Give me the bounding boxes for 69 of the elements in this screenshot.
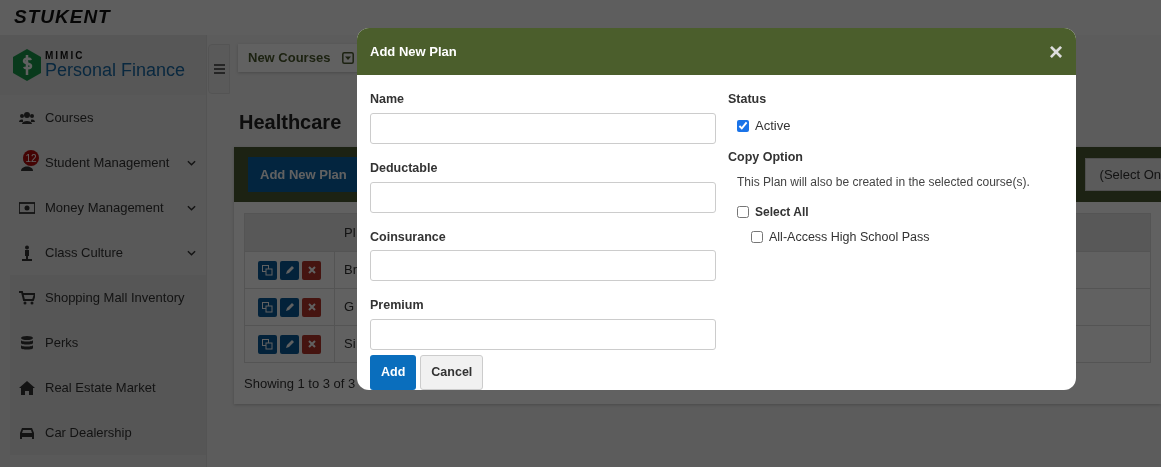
coins-icon — [19, 334, 35, 351]
checkbox-label: Select All — [755, 204, 809, 221]
field-label: Status — [728, 91, 768, 108]
checkbox-label: All-Access High School Pass — [769, 229, 930, 246]
sidebar-item[interactable]: Car Dealership — [10, 410, 206, 455]
notification-badge: 12 — [23, 150, 39, 166]
pencil-icon — [284, 339, 295, 349]
dollar-hexagon-icon — [13, 49, 41, 81]
sidebar-item[interactable]: Class Culture — [0, 230, 206, 275]
company-logo: STUKENT — [14, 5, 111, 30]
table-cell-text: G — [343, 298, 355, 317]
table-cell-text: Br — [343, 261, 357, 280]
field-label: Deductable — [370, 159, 439, 177]
field-label: Premium — [370, 297, 425, 315]
edit-button[interactable] — [280, 334, 299, 354]
input-field[interactable] — [370, 250, 716, 282]
table-footer: Showing 1 to 3 of 3 — [244, 374, 356, 394]
sidebar-item[interactable]: 12 Student Management — [0, 140, 206, 185]
menu-button[interactable] — [208, 44, 230, 94]
add-button[interactable]: Add — [370, 355, 417, 390]
checkbox[interactable] — [737, 119, 749, 132]
table-cell-text: Si — [343, 335, 356, 354]
copy-button[interactable] — [258, 260, 277, 280]
sidebar-item[interactable]: Real Estate Market — [10, 365, 206, 410]
field-label: Name — [370, 91, 406, 108]
course-select[interactable]: (Select On — [1084, 157, 1161, 192]
menu-icon — [213, 64, 225, 74]
help-text: This Plan will also be created in the selected course(s). — [737, 174, 1030, 191]
field-label: Coinsurance — [370, 228, 447, 246]
delete-button[interactable] — [302, 334, 321, 354]
edit-button[interactable] — [280, 297, 299, 317]
input-field[interactable] — [370, 112, 716, 144]
column-header: Pl — [343, 223, 356, 242]
pencil-icon — [284, 265, 295, 275]
sidebar-item[interactable]: Courses — [0, 95, 206, 140]
users-icon — [19, 109, 35, 126]
delete-button[interactable] — [302, 260, 321, 280]
input-field[interactable] — [370, 181, 716, 213]
copy-button[interactable] — [258, 297, 277, 317]
close-button[interactable]: × — [1049, 39, 1063, 64]
input-field[interactable] — [370, 319, 716, 350]
checkbox-label: Active — [755, 116, 791, 135]
checkbox[interactable] — [751, 231, 763, 244]
delete-button[interactable] — [302, 297, 321, 317]
close-icon — [307, 340, 316, 348]
modal-title: Add New Plan — [370, 42, 457, 61]
sidebar-item[interactable]: Perks — [10, 320, 206, 365]
field-label: Copy Option — [728, 149, 804, 167]
cancel-button[interactable]: Cancel — [420, 355, 484, 390]
copy-icon — [262, 301, 273, 313]
pencil-icon — [284, 302, 295, 312]
dropdown-icon — [342, 52, 355, 64]
person-icon — [19, 244, 35, 261]
sidebar-item[interactable]: Shopping Mall Inventory — [10, 275, 206, 320]
copy-icon — [262, 338, 273, 350]
checkbox[interactable] — [737, 206, 749, 218]
page-title: Healthcare — [239, 110, 342, 135]
product-name: Personal Finance — [45, 61, 186, 79]
sidebar-item[interactable]: Money Management — [0, 185, 206, 230]
add-plan-button[interactable]: Add New Plan — [248, 156, 359, 193]
house-icon — [19, 379, 35, 396]
product-tagline: MIMIC — [45, 51, 86, 61]
close-icon — [307, 303, 316, 311]
edit-button[interactable] — [280, 260, 299, 280]
cart-icon — [19, 289, 35, 306]
banknote-icon — [19, 199, 35, 216]
copy-button[interactable] — [258, 334, 277, 354]
close-icon — [307, 266, 316, 274]
copy-icon — [262, 264, 273, 276]
